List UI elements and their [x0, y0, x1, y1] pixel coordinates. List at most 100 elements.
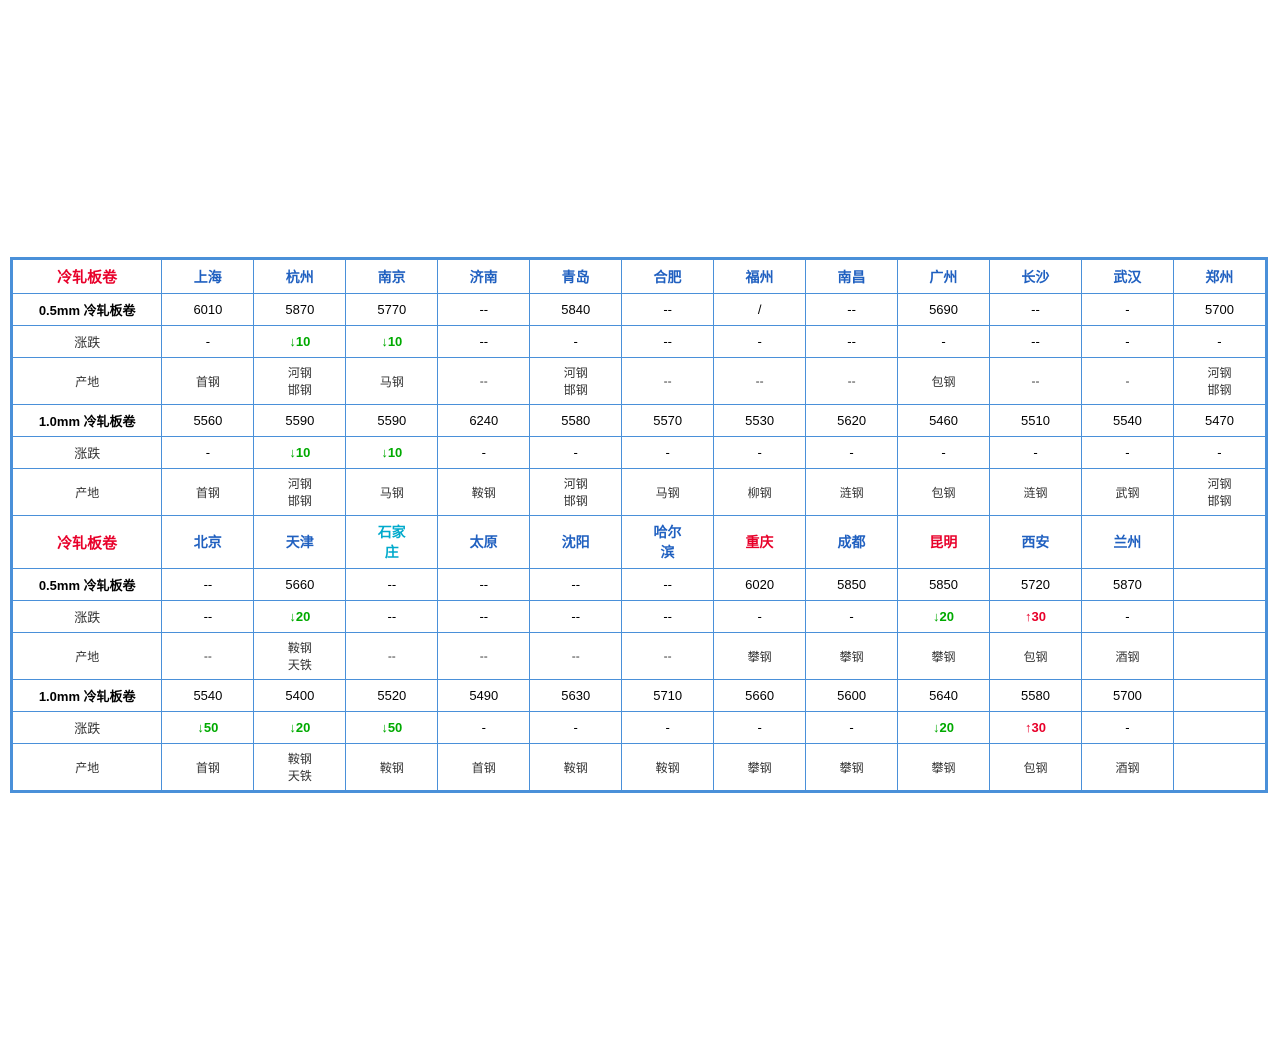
s1-10-chg-nc: - [806, 437, 898, 469]
s1-05mm-data-row: 0.5mm 冷轧板卷 6010 5870 5770 -- 5840 -- / -… [13, 294, 1266, 326]
header-hangzhou: 杭州 [254, 260, 346, 294]
s1-10-chg-hz: ↓10 [254, 437, 346, 469]
s2-10-orig-cd: 攀钢 [806, 744, 898, 791]
s1-05-nc: -- [806, 294, 898, 326]
s2-05-chg-hrb: -- [622, 601, 714, 633]
s1-10-change-label: 涨跌 [13, 437, 162, 469]
s1-10-fz: 5530 [714, 405, 806, 437]
s2-10-orig-xa: 包钢 [990, 744, 1082, 791]
s1-05-orig-cs: -- [990, 358, 1082, 405]
s2-05-orig-tj: 鞍钢天铁 [254, 633, 346, 680]
s1-10-cs: 5510 [990, 405, 1082, 437]
s1-10-nj: 5590 [346, 405, 438, 437]
s2-header-xian: 西安 [990, 516, 1082, 569]
s1-10-qd: 5580 [530, 405, 622, 437]
header-wuhan: 武汉 [1081, 260, 1173, 294]
s2-05-orig-sy: -- [530, 633, 622, 680]
s1-05-gz: 5690 [898, 294, 990, 326]
s1-05-orig-wh: - [1081, 358, 1173, 405]
s2-10-hrb: 5710 [622, 680, 714, 712]
s2-10-chg-tj: ↓20 [254, 712, 346, 744]
s2-10-orig-tj: 鞍钢天铁 [254, 744, 346, 791]
header-zhengzhou: 郑州 [1173, 260, 1265, 294]
s1-10-orig-nj: 马钢 [346, 469, 438, 516]
s1-05-chg-cs: -- [990, 326, 1082, 358]
s2-10-chg-cd: - [806, 712, 898, 744]
s2-10mm-data-row: 1.0mm 冷轧板卷 5540 5400 5520 5490 5630 5710… [13, 680, 1266, 712]
s2-header-lanzhou: 兰州 [1081, 516, 1173, 569]
s2-10-cq: 5660 [714, 680, 806, 712]
s1-10-chg-wh: - [1081, 437, 1173, 469]
s1-05-chg-nc: -- [806, 326, 898, 358]
s2-05-chg-ty: -- [438, 601, 530, 633]
s1-05-orig-gz: 包钢 [898, 358, 990, 405]
s2-10-chg-sjz: ↓50 [346, 712, 438, 744]
s2-05-change-label: 涨跌 [13, 601, 162, 633]
s2-header-empty [1173, 516, 1265, 569]
s2-05-empty [1173, 569, 1265, 601]
s2-05-chg-tj: ↓20 [254, 601, 346, 633]
s2-05-chg-empty [1173, 601, 1265, 633]
s1-10-zz: 5470 [1173, 405, 1265, 437]
s1-05-orig-nj: 马钢 [346, 358, 438, 405]
s2-10-empty [1173, 680, 1265, 712]
s2-05-orig-km: 攀钢 [898, 633, 990, 680]
header-changsha: 长沙 [990, 260, 1082, 294]
s1-10-chg-qd: - [530, 437, 622, 469]
s2-10-orig-hrb: 鞍钢 [622, 744, 714, 791]
s1-05-sh: 6010 [162, 294, 254, 326]
s1-05-chg-hz: ↓10 [254, 326, 346, 358]
s1-10-chg-gz: - [898, 437, 990, 469]
s1-10-chg-hf: - [622, 437, 714, 469]
s2-05-chg-cq: - [714, 601, 806, 633]
s2-10-ty: 5490 [438, 680, 530, 712]
s2-05-ty: -- [438, 569, 530, 601]
s1-05mm-change-row: 涨跌 - ↓10 ↓10 -- - -- - -- - -- - - [13, 326, 1266, 358]
s1-10-nc: 5620 [806, 405, 898, 437]
header-qingdao: 青岛 [530, 260, 622, 294]
s2-header-harbin: 哈尔滨 [622, 516, 714, 569]
s1-10-orig-nc: 涟钢 [806, 469, 898, 516]
s1-10-orig-jn: 鞍钢 [438, 469, 530, 516]
s2-05-sjz: -- [346, 569, 438, 601]
s2-10-chg-km: ↓20 [898, 712, 990, 744]
s2-header-tianjin: 天津 [254, 516, 346, 569]
s1-05-qd: 5840 [530, 294, 622, 326]
s2-10-chg-hrb: - [622, 712, 714, 744]
s2-05-origin-label: 产地 [13, 633, 162, 680]
s2-10-chg-sy: - [530, 712, 622, 744]
s2-10-orig-sy: 鞍钢 [530, 744, 622, 791]
s2-05-sy: -- [530, 569, 622, 601]
s2-10-bj: 5540 [162, 680, 254, 712]
s2-05-tj: 5660 [254, 569, 346, 601]
s1-05-orig-nc: -- [806, 358, 898, 405]
s2-05-chg-lz: - [1081, 601, 1173, 633]
s2-10-cd: 5600 [806, 680, 898, 712]
s1-10-chg-nj: ↓10 [346, 437, 438, 469]
s1-05-orig-qd: 河钢邯钢 [530, 358, 622, 405]
s2-10mm-label: 1.0mm 冷轧板卷 [13, 680, 162, 712]
header-jinan: 济南 [438, 260, 530, 294]
s2-10-tj: 5400 [254, 680, 346, 712]
steel-price-table: 冷轧板卷 上海 杭州 南京 济南 青岛 合肥 福州 南昌 广州 长沙 武汉 郑州… [12, 259, 1266, 791]
s1-10mm-origin-row: 产地 首钢 河钢邯钢 马钢 鞍钢 河钢邯钢 马钢 柳钢 涟钢 包钢 涟钢 武钢 … [13, 469, 1266, 516]
s2-05-orig-xa: 包钢 [990, 633, 1082, 680]
s1-05-orig-hf: -- [622, 358, 714, 405]
s1-10-orig-wh: 武钢 [1081, 469, 1173, 516]
s2-10mm-origin-row: 产地 首钢 鞍钢天铁 鞍钢 首钢 鞍钢 鞍钢 攀钢 攀钢 攀钢 包钢 酒钢 [13, 744, 1266, 791]
s2-10mm-change-row: 涨跌 ↓50 ↓20 ↓50 - - - - - ↓20 ↑30 - [13, 712, 1266, 744]
s1-10-gz: 5460 [898, 405, 990, 437]
s2-header-kunming: 昆明 [898, 516, 990, 569]
s2-10-change-label: 涨跌 [13, 712, 162, 744]
s1-10-chg-sh: - [162, 437, 254, 469]
s1-10-hf: 5570 [622, 405, 714, 437]
s2-header-shijiazhuang: 石家庄 [346, 516, 438, 569]
s2-10-chg-xa: ↑30 [990, 712, 1082, 744]
s2-05-xa: 5720 [990, 569, 1082, 601]
s2-10-lz: 5700 [1081, 680, 1173, 712]
s2-10-orig-sjz: 鞍钢 [346, 744, 438, 791]
header-hefei: 合肥 [622, 260, 714, 294]
s2-05-orig-cq: 攀钢 [714, 633, 806, 680]
s2-10-chg-empty [1173, 712, 1265, 744]
s2-10-orig-lz: 酒钢 [1081, 744, 1173, 791]
